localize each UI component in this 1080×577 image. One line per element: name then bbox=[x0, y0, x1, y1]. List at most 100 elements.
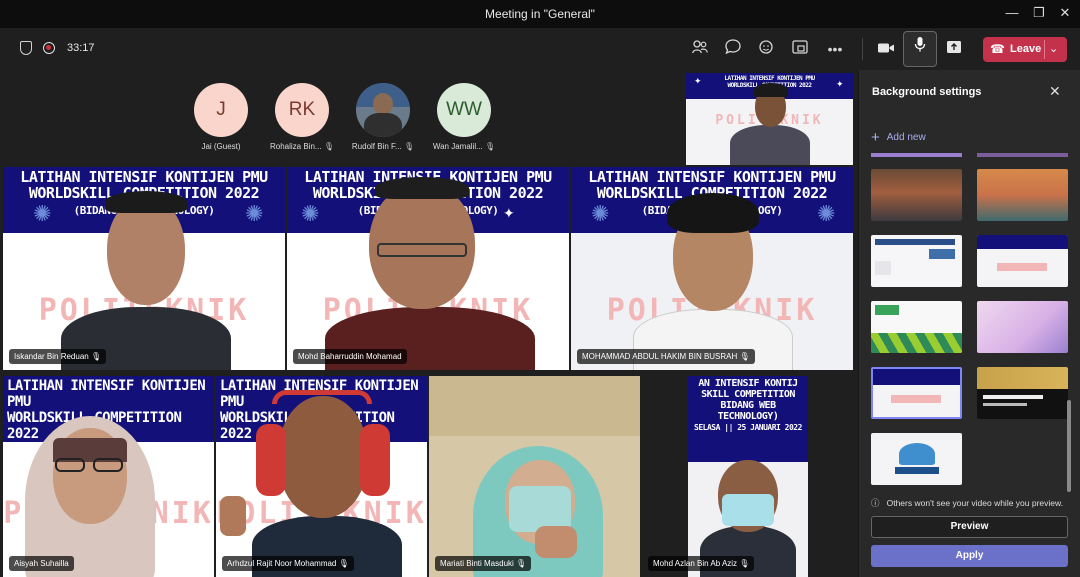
add-new-button[interactable]: + Add new bbox=[871, 127, 926, 146]
scrollbar[interactable] bbox=[1067, 400, 1071, 492]
background-thumbnail[interactable] bbox=[977, 235, 1068, 287]
chat-icon[interactable] bbox=[722, 39, 744, 59]
background-thumbnail[interactable] bbox=[871, 433, 962, 485]
participant-name-text: Jai (Guest) bbox=[201, 142, 241, 151]
avatar[interactable]: RK bbox=[275, 83, 329, 137]
microphone-button[interactable] bbox=[903, 31, 937, 67]
panel-title: Background settings bbox=[872, 86, 982, 98]
background-thumbnail[interactable] bbox=[871, 301, 962, 353]
breakout-rooms-icon[interactable] bbox=[789, 39, 811, 59]
background-thumbnail[interactable] bbox=[977, 169, 1068, 221]
background-thumbnail[interactable] bbox=[871, 235, 962, 287]
preview-button[interactable]: Preview bbox=[871, 516, 1068, 538]
participant-nametag: MOHAMMAD ABDUL HAKIM BIN BUSRAH 🎙 bbox=[577, 349, 755, 364]
mic-muted-icon: 🎙 bbox=[516, 559, 527, 568]
background-thumbnail[interactable] bbox=[871, 169, 962, 221]
banner-line: LATIHAN INTENSIF KONTIJEN PMU bbox=[7, 378, 206, 410]
video-tile[interactable]: LATIHAN INTENSIF KONTIJEN PMUWORLDSKILL … bbox=[287, 167, 569, 370]
star-decoration: ✺ bbox=[33, 201, 52, 226]
preview-note-text: Others won't see your video while you pr… bbox=[886, 498, 1064, 508]
participant-name: Wan Jamalil... 🎙 bbox=[424, 142, 504, 151]
banner-text: AN INTENSIF KONTIJ SKILL COMPETITION BIDAN… bbox=[688, 378, 808, 433]
background-thumbnail[interactable] bbox=[977, 301, 1068, 353]
participants-icon[interactable] bbox=[689, 39, 711, 59]
background-thumbnail-partial[interactable] bbox=[977, 153, 1068, 157]
leave-divider bbox=[1044, 40, 1045, 59]
minimize-icon[interactable]: — bbox=[1002, 5, 1022, 20]
participant-nametag: Aisyah Suhailla bbox=[9, 556, 74, 571]
banner-line: BIDANG WEB TECHNOLOGY) bbox=[717, 400, 779, 422]
meeting-timer: 33:17 bbox=[67, 42, 95, 54]
video-tile[interactable]: AN INTENSIF KONTIJ SKILL COMPETITION BIDAN… bbox=[642, 376, 853, 577]
participant-name-text: Rohaliza Bin... bbox=[270, 142, 322, 151]
background-thumbnail-partial[interactable] bbox=[871, 153, 962, 157]
banner-line: SKILL COMPETITION bbox=[701, 389, 795, 400]
self-video-preview[interactable]: LATIHAN INTENSIF KONTIJEN PMU WORLDSKILL … bbox=[686, 73, 853, 165]
camera-icon[interactable] bbox=[875, 39, 897, 59]
background-thumbnail[interactable] bbox=[977, 367, 1068, 419]
phone-hangup-icon: ☎ bbox=[990, 42, 1005, 56]
participant-name: Rudolf Bin F... 🎙 bbox=[343, 142, 423, 151]
participant-name: Jai (Guest) bbox=[181, 142, 261, 151]
star-decoration: ✦ bbox=[694, 76, 702, 86]
video-stage: J Jai (Guest) RK Rohaliza Bin... 🎙 Rudol… bbox=[0, 70, 858, 577]
more-options-icon[interactable]: ••• bbox=[824, 39, 846, 59]
avatar[interactable]: J bbox=[194, 83, 248, 137]
banner: AN INTENSIF KONTIJ SKILL COMPETITION BIDAN… bbox=[688, 376, 808, 462]
video-tile[interactable]: LATIHAN INTENSIF KONTIJEN PMUWORLDSKILL … bbox=[571, 167, 853, 370]
participant-name-text: MOHAMMAD ABDUL HAKIM BIN BUSRAH bbox=[582, 352, 738, 361]
star-decoration: ✺ bbox=[591, 201, 610, 226]
background-settings-panel: Background settings ✕ + Add new ⓘ Others … bbox=[858, 70, 1080, 577]
leave-button[interactable]: ☎ Leave ⌄ bbox=[983, 37, 1067, 62]
participant-nametag: Mohd Azlan Bin Ab Aziz 🎙 bbox=[648, 556, 755, 571]
participant-name-text: Wan Jamalil... bbox=[432, 142, 483, 151]
star-decoration: ✦ bbox=[503, 205, 515, 221]
star-decoration: ✦ bbox=[836, 79, 844, 89]
toolbar-divider bbox=[862, 38, 863, 60]
microphone-icon bbox=[914, 37, 926, 52]
close-icon[interactable]: ✕ bbox=[1049, 83, 1061, 100]
video-tile[interactable]: LATIHAN INTENSIF KONTIJEN PMUWORLDSKILL … bbox=[3, 167, 285, 370]
participant-name-text: Mohd Azlan Bin Ab Aziz bbox=[653, 559, 738, 568]
star-decoration: ✺ bbox=[817, 201, 836, 226]
info-icon: ⓘ bbox=[871, 498, 880, 508]
chevron-down-icon[interactable]: ⌄ bbox=[1049, 42, 1058, 55]
meeting-toolbar: 33:17 ••• ☎ Leave ⌄ bbox=[0, 28, 1080, 70]
background-thumbnail-selected[interactable] bbox=[871, 367, 962, 419]
close-window-icon[interactable]: ✕ bbox=[1055, 5, 1075, 21]
avatar[interactable] bbox=[356, 83, 410, 137]
participant-nametag: Iskandar Bin Reduan 🎙 bbox=[9, 349, 107, 364]
reactions-icon[interactable] bbox=[756, 39, 778, 59]
participant-nametag: Mariati Binti Masduki 🎙 bbox=[435, 556, 532, 571]
participant-name-text: Rudolf Bin F... bbox=[351, 142, 402, 151]
banner-line: LATIHAN INTENSIF KONTIJEN PMU bbox=[724, 75, 815, 82]
mic-muted-icon: 🎙 bbox=[739, 559, 750, 568]
window-title: Meeting in "General" bbox=[485, 7, 595, 21]
leave-label: Leave bbox=[1010, 43, 1042, 55]
apply-button[interactable]: Apply bbox=[871, 545, 1068, 567]
mic-muted-icon: 🎙 bbox=[485, 142, 496, 151]
participant-name-text: Aisyah Suhailla bbox=[14, 559, 69, 568]
video-tile[interactable]: LATIHAN INTENSIF KONTIJEN PMUWORLDSKILL … bbox=[216, 376, 427, 577]
maximize-icon[interactable]: ❐ bbox=[1029, 5, 1049, 21]
preview-note: ⓘ Others won't see your video while you … bbox=[871, 497, 1063, 509]
participant-name: Rohaliza Bin... 🎙 bbox=[262, 142, 342, 151]
star-decoration: ✺ bbox=[245, 201, 264, 226]
mic-muted-icon: 🎙 bbox=[338, 559, 349, 568]
banner-line: SELASA || 25 JANUARI 2022 bbox=[694, 423, 802, 432]
shield-icon bbox=[20, 41, 32, 55]
mic-muted-icon: 🎙 bbox=[403, 142, 415, 151]
plus-icon: + bbox=[871, 129, 880, 146]
banner-line: AN INTENSIF KONTIJ bbox=[698, 378, 798, 389]
participant-name-text: Arhdzul Rajit Noor Mohammad bbox=[227, 559, 337, 568]
avatar[interactable]: WW bbox=[437, 83, 491, 137]
add-new-label: Add new bbox=[886, 132, 926, 143]
mic-muted-icon: 🎙 bbox=[323, 142, 334, 151]
participant-nametag: Mohd Baharruddin Mohamad bbox=[293, 349, 407, 364]
participant-name-text: Mariati Binti Masduki bbox=[440, 559, 514, 568]
share-screen-icon[interactable] bbox=[943, 39, 965, 59]
star-decoration: ✺ bbox=[301, 201, 320, 226]
video-tile[interactable]: Mariati Binti Masduki 🎙 bbox=[429, 376, 640, 577]
mic-muted-icon: 🎙 bbox=[90, 352, 102, 361]
video-tile[interactable]: LATIHAN INTENSIF KONTIJEN PMUWORLDSKILL … bbox=[3, 376, 214, 577]
